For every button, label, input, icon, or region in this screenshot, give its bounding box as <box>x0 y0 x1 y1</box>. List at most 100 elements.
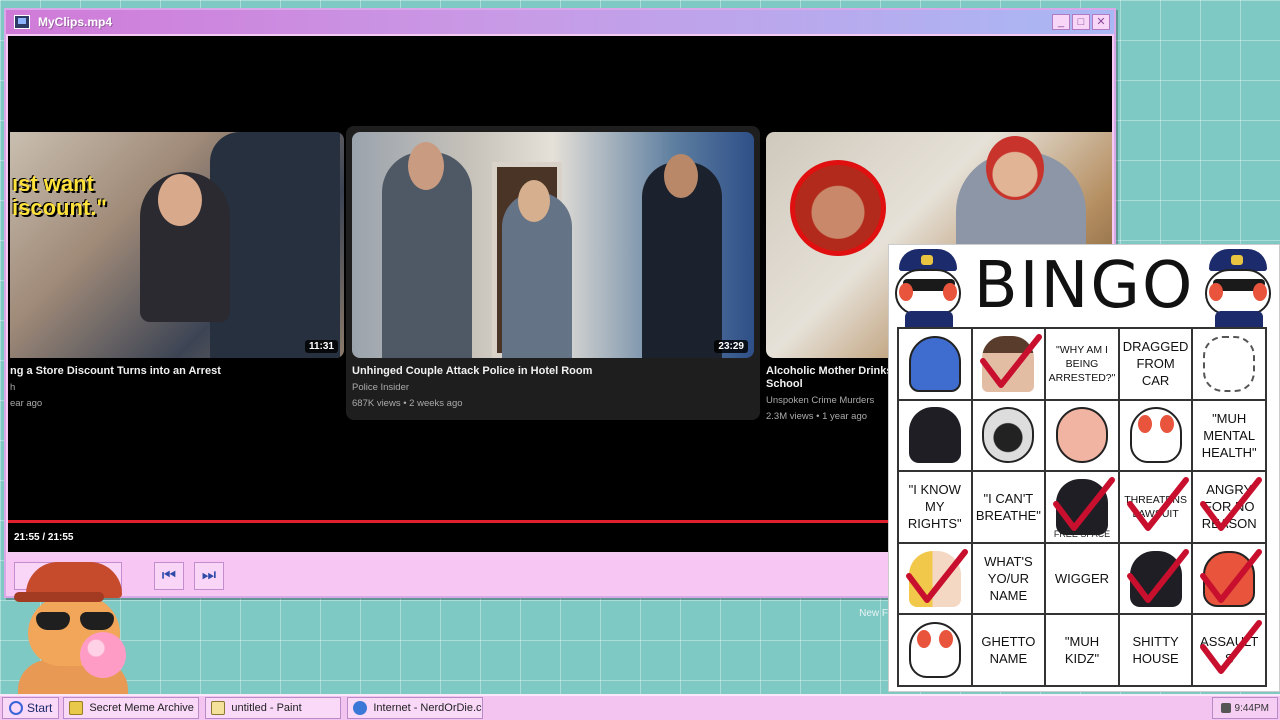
time-display: 21:55 / 21:55 <box>14 532 74 543</box>
bingo-cell[interactable]: Shitty house <box>1118 614 1193 686</box>
start-logo-icon <box>9 701 23 715</box>
bingo-cell[interactable]: Wigger <box>1045 542 1119 615</box>
video-title[interactable]: Unhinged Couple Attack Police in Hotel R… <box>352 365 754 378</box>
system-tray[interactable]: 9:44PM <box>1211 697 1278 719</box>
skip-forward-icon: ⏭ <box>201 567 217 584</box>
skip-back-icon: ⏮ <box>161 567 177 584</box>
paint-icon <box>211 701 226 715</box>
bingo-cell-label: What's yo/ur name <box>984 554 1033 604</box>
thumbnail-figure <box>158 174 202 226</box>
video-card-hovered[interactable]: 23:29 Unhinged Couple Attack Police in H… <box>346 126 760 420</box>
bingo-cell[interactable] <box>898 614 972 686</box>
bingo-cell[interactable]: "I know my rights" <box>898 471 972 543</box>
bingo-cell[interactable]: What's yo/ur name <box>971 542 1046 615</box>
bingo-cell[interactable] <box>1118 542 1193 615</box>
bingo-cell-label: "Why am I being arrested?" <box>1048 343 1116 384</box>
bingo-cell-label: Threatens lawsuit <box>1124 493 1187 520</box>
bingo-cell[interactable]: "Muh kidz" <box>1045 614 1119 686</box>
cat-sunglasses <box>36 612 114 630</box>
bingo-cell[interactable]: Assault s <box>1192 614 1266 686</box>
bingo-cell[interactable] <box>971 328 1046 400</box>
bingo-cell[interactable] <box>1192 542 1266 615</box>
maximize-button[interactable]: □ <box>1072 14 1090 30</box>
bingo-cell-label: Shitty house <box>1132 634 1179 667</box>
video-thumbnail[interactable]: ıst want iscount." 11:31 <box>10 132 344 358</box>
bingo-grid: "Why am I being arrested?" Dragged from c… <box>897 327 1267 687</box>
video-meta: ear ago <box>10 398 43 409</box>
internet-explorer-icon <box>353 701 368 715</box>
media-player-icon <box>14 15 30 29</box>
bingo-cell-illustration <box>908 550 961 607</box>
next-button[interactable]: ⏭ <box>194 562 224 590</box>
cat-sticker <box>14 560 134 694</box>
bingo-card: BINGO "Why am I being arrested?" Dragged … <box>888 244 1280 692</box>
bingo-cell-label: "Muh kidz" <box>1064 634 1100 667</box>
taskbar-item-paint[interactable]: untitled - Paint <box>205 697 342 719</box>
video-thumbnail[interactable]: 23:29 <box>352 132 754 358</box>
thumbnail-figure <box>408 142 444 190</box>
bingo-cell[interactable]: Angry for no reason <box>1192 471 1266 543</box>
bingo-cell-label: "I can't breathe" <box>975 490 1041 523</box>
bingo-cell[interactable] <box>1118 399 1193 472</box>
taskbar-item-label: untitled - Paint <box>231 702 302 714</box>
police-cat-mascot-icon <box>1203 249 1273 327</box>
bingo-header: BINGO <box>889 245 1279 327</box>
close-button[interactable]: ✕ <box>1092 14 1110 30</box>
bingo-cell-illustration <box>1055 407 1108 464</box>
speaker-icon[interactable] <box>1220 703 1231 713</box>
bingo-cell-illustration <box>908 407 961 464</box>
free-space-label: FREE SPACE <box>1053 528 1111 539</box>
bingo-cell-label: Angry for no reason <box>1201 482 1257 532</box>
thumbnail-overlay-text: ıst want iscount." <box>12 171 107 220</box>
bingo-cell[interactable] <box>1045 399 1119 472</box>
start-button[interactable]: Start <box>2 697 60 719</box>
bingo-cell[interactable]: Ghetto name <box>971 614 1046 686</box>
bingo-cell[interactable] <box>898 542 972 615</box>
desktop-icon-label[interactable]: New F <box>859 608 888 619</box>
bingo-cell-illustration <box>908 335 961 392</box>
video-channel[interactable]: h <box>10 381 344 394</box>
bingo-cell[interactable]: "I can't breathe" <box>971 471 1046 543</box>
bingo-cell[interactable]: Threatens lawsuit <box>1118 471 1193 543</box>
minimize-button[interactable]: _ <box>1052 14 1070 30</box>
bingo-cell[interactable] <box>898 399 972 472</box>
bingo-cell-label: Wigger <box>1054 571 1110 587</box>
bingo-cell[interactable] <box>898 328 972 400</box>
folder-icon <box>69 701 84 715</box>
bingo-cell-illustration <box>982 335 1035 392</box>
taskbar-item-browser[interactable]: Internet - NerdOrDie.com <box>347 697 484 719</box>
start-label: Start <box>27 701 53 715</box>
bingo-cell-illustration <box>1129 407 1182 464</box>
thumbnail-figure <box>664 154 698 198</box>
video-card[interactable]: ıst want iscount." 11:31 ng a Store Disc… <box>10 132 344 410</box>
bingo-cell[interactable] <box>1192 328 1266 400</box>
bingo-cell-label: "I know my rights" <box>907 482 962 532</box>
bingo-cell-illustration <box>1129 550 1182 607</box>
bingo-cell-illustration <box>908 622 961 679</box>
previous-button[interactable]: ⏮ <box>154 562 184 590</box>
bingo-cell-illustration <box>982 407 1035 464</box>
taskbar-item-label: Secret Meme Archive <box>89 702 194 714</box>
window-title: MyClips.mp4 <box>38 15 113 29</box>
video-channel[interactable]: Police Insider <box>352 381 754 394</box>
bingo-cell[interactable]: Dragged from car <box>1118 328 1193 400</box>
bingo-cell[interactable]: FREE SPACE <box>1045 471 1119 543</box>
bingo-cell-label: "Muh mental health" <box>1201 410 1257 460</box>
bingo-title: BINGO <box>973 249 1195 323</box>
video-title[interactable]: ng a Store Discount Turns into an Arrest <box>10 365 344 378</box>
clock: 9:44PM <box>1234 702 1269 714</box>
bingo-cell-illustration <box>1203 335 1256 392</box>
bingo-cell-label: Ghetto name <box>981 634 1036 667</box>
bingo-cell[interactable]: "Muh mental health" <box>1192 399 1266 472</box>
taskbar-item-meme-archive[interactable]: Secret Meme Archive <box>63 697 200 719</box>
bingo-cell[interactable] <box>971 399 1046 472</box>
window-titlebar[interactable]: MyClips.mp4 _ □ ✕ <box>6 10 1114 34</box>
video-duration: 23:29 <box>714 340 748 353</box>
bingo-cell-illustration <box>1055 478 1108 535</box>
bingo-cell-label: Assault s <box>1200 634 1259 667</box>
cat-hat-brim <box>14 592 104 602</box>
taskbar-item-label: Internet - NerdOrDie.com <box>373 702 482 714</box>
bubblegum <box>80 632 126 678</box>
bingo-cell[interactable]: "Why am I being arrested?" <box>1045 328 1119 400</box>
video-duration: 11:31 <box>304 340 338 353</box>
